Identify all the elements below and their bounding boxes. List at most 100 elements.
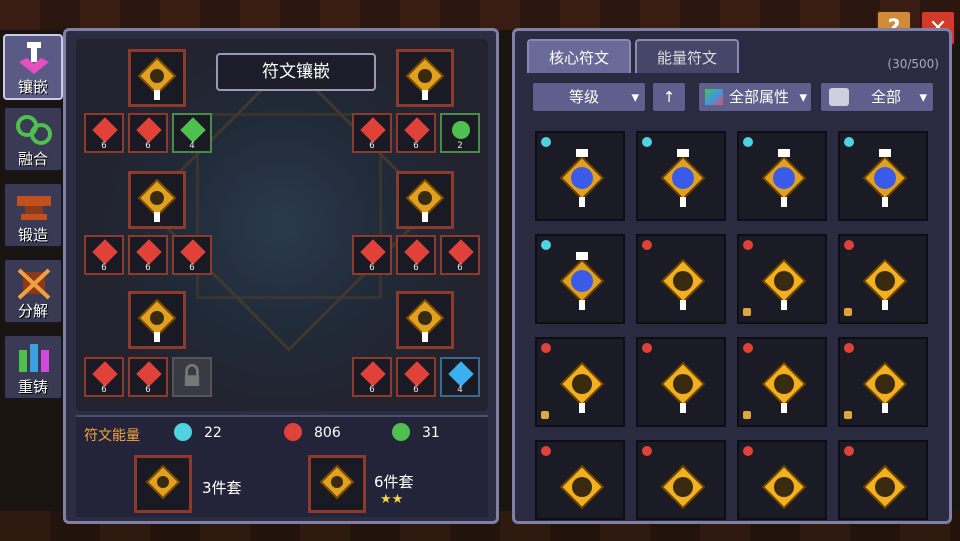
sidebar-item-forge[interactable]: 锻造 [3,182,63,248]
energy-slot[interactable]: 6 [84,113,124,153]
energy-slot[interactable]: 4 [172,113,212,153]
rune-item[interactable] [636,234,726,324]
rune-item[interactable] [737,234,827,324]
rune-item[interactable] [535,337,625,427]
sidebar-item-recast[interactable]: 重铸 [3,334,63,400]
core-slot[interactable] [128,49,186,107]
energy-label: 符文能量 [84,428,140,444]
core-slot[interactable] [128,171,186,229]
gold-rune-icon [761,361,807,413]
energy-slot[interactable]: 6 [352,235,392,275]
chevron-down-icon: ▾ [631,88,639,106]
set6-stars: ★★ [380,492,404,507]
panel-title: 符文镶嵌 [216,53,376,91]
lock-icon [743,411,751,419]
red-gem-icon [360,361,386,387]
red-quality-dot [743,446,753,456]
red-gem-icon [360,117,386,143]
rarity-filter-dropdown[interactable]: 全部 ▾ [819,81,935,113]
attribute-filter-dropdown[interactable]: 全部属性 ▾ [697,81,813,113]
rune-item[interactable] [636,337,726,427]
set3-slot[interactable] [134,455,192,513]
background-top [0,0,960,30]
arrow-up-icon: ↑ [662,88,676,106]
sort-order-button[interactable]: ↑ [651,81,687,113]
gold-rune-icon [405,298,445,342]
set6-label: 6件套 [374,473,414,491]
energy-slot[interactable]: 6 [396,357,436,397]
rune-item[interactable] [636,131,726,221]
rune-item[interactable] [838,440,928,520]
crystal-icon [19,344,49,372]
red-quality-dot [844,240,854,250]
rune-item[interactable] [838,131,928,221]
sidebar-item-fuse[interactable]: 融合 [3,106,63,172]
red-gem-icon [92,239,118,265]
rune-socket-panel: 符文镶嵌 6 6 4 6 6 2 6 6 6 6 6 6 6 6 6 6 4 符… [63,28,499,524]
gold-rune-icon [761,258,807,310]
core-slot[interactable] [396,49,454,107]
level-sort-dropdown[interactable]: 等级 ▾ [531,81,647,113]
blue-rune-icon [559,252,605,310]
rune-item[interactable] [535,440,625,520]
rune-item[interactable] [636,440,726,520]
tab-energy-runes[interactable]: 能量符文 [635,39,739,73]
rune-energy-section: 符文能量 22 806 31 3件套 6件套 ★★ [76,415,488,517]
rune-item[interactable] [737,337,827,427]
red-quality-dot [844,343,854,353]
energy-slot[interactable]: 6 [128,357,168,397]
rune-item[interactable] [838,337,928,427]
rune-item[interactable] [737,440,827,520]
core-slot[interactable] [128,291,186,349]
core-slot[interactable] [396,171,454,229]
energy-slot[interactable]: 6 [172,235,212,275]
blue-gem-icon [448,361,474,387]
energy-slot[interactable]: 6 [352,357,392,397]
energy-slot[interactable]: 6 [84,235,124,275]
lock-icon [743,308,751,316]
gold-rune-icon [559,464,605,510]
energy-slot[interactable]: 6 [396,235,436,275]
energy-slot[interactable]: 6 [440,235,480,275]
green-gem-icon [452,121,470,139]
set6-slot[interactable] [308,455,366,513]
inventory-count: (30/500) [887,57,939,71]
energy-slot[interactable]: 2 [440,113,480,153]
locked-slot[interactable] [172,357,212,397]
gold-rune-icon [660,361,706,413]
cyan-energy-icon [174,423,192,441]
red-quality-dot [844,446,854,456]
red-quality-dot [541,343,551,353]
gold-rune-icon [137,56,177,100]
red-gem-icon [180,239,206,265]
sidebar-item-socket[interactable]: 镶嵌 [3,34,63,100]
rune-item[interactable] [535,131,625,221]
rune-item[interactable] [838,234,928,324]
red-gem-icon [404,117,430,143]
sidebar-item-label: 镶嵌 [17,78,48,96]
energy-slot[interactable]: 4 [440,357,480,397]
rune-inventory-panel: 核心符文 能量符文 (30/500) 等级 ▾ ↑ 全部属性 ▾ 全部 ▾ [512,28,952,524]
energy-slot[interactable]: 6 [352,113,392,153]
energy-slot[interactable]: 6 [84,357,124,397]
core-slot[interactable] [396,291,454,349]
sidebar-item-decompose[interactable]: 分解 [3,258,63,324]
red-quality-dot [642,240,652,250]
rune-item[interactable] [737,131,827,221]
cyan-quality-dot [541,240,551,250]
tab-core-runes[interactable]: 核心符文 [527,39,631,73]
fuse-icon [16,115,52,145]
energy-slot[interactable]: 6 [128,113,168,153]
sidebar-item-label: 重铸 [17,378,48,396]
anvil-icon [17,196,51,220]
red-gem-icon [136,239,162,265]
energy-slot[interactable]: 6 [396,113,436,153]
rune-item[interactable] [535,234,625,324]
gold-rune-icon [660,464,706,510]
gold-rune-icon [559,361,605,413]
blue-rune-icon [761,149,807,207]
red-quality-dot [743,343,753,353]
energy-slot[interactable]: 6 [128,235,168,275]
lock-icon [541,411,549,419]
sidebar-item-label: 锻造 [17,226,48,244]
